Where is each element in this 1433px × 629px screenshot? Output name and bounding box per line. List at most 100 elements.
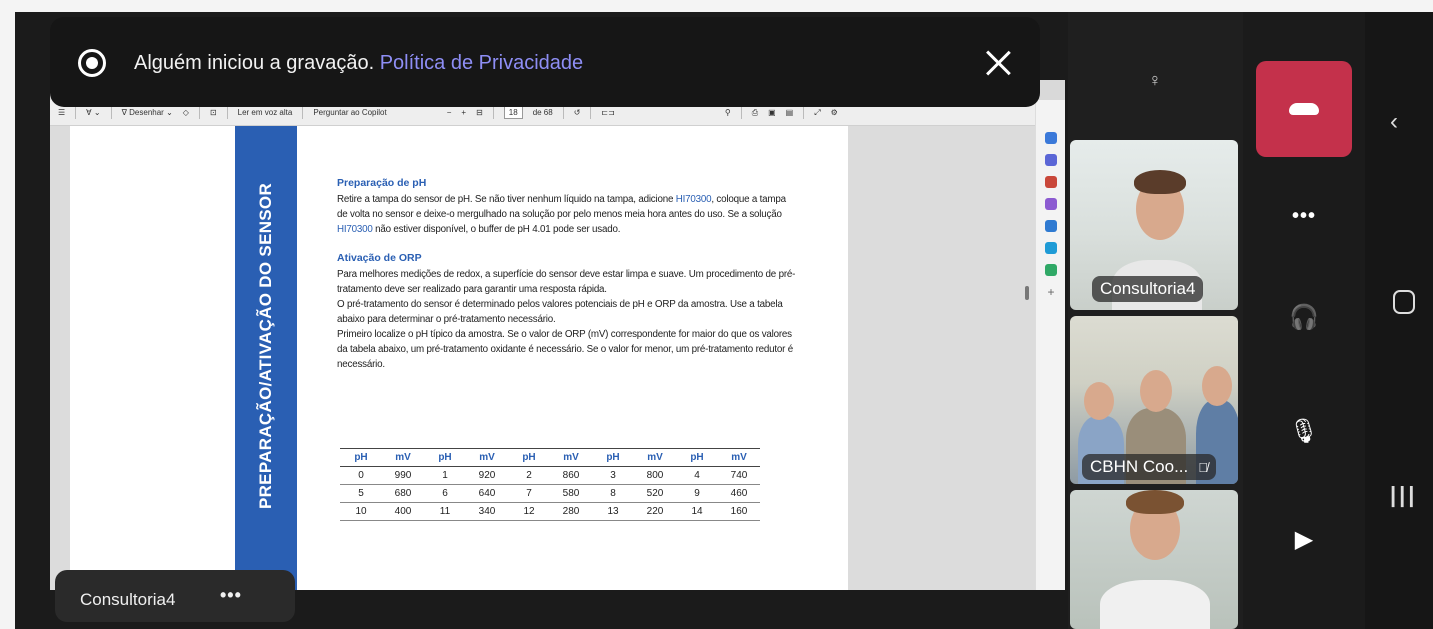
more-options-button[interactable]: •••: [1286, 198, 1322, 234]
participant-tile[interactable]: Consultoria4: [1070, 140, 1238, 310]
microphone-off-icon[interactable]: 🎙: [1286, 414, 1322, 450]
table-cell: 11: [424, 502, 466, 521]
close-icon[interactable]: [985, 49, 1011, 75]
recent-apps-icon[interactable]: |||: [1390, 482, 1417, 508]
table-cell: 990: [382, 466, 424, 485]
fit-icon: ⊟: [476, 108, 483, 117]
table-cell: 460: [718, 484, 760, 503]
list-icon: ☰: [58, 108, 66, 117]
table-cell: 9: [676, 484, 718, 503]
zoom-out-button: −: [446, 108, 452, 117]
presenter-name: Consultoria4: [80, 590, 176, 609]
back-icon[interactable]: ‹: [1390, 108, 1398, 136]
table-cell: 800: [634, 466, 676, 485]
presenter-more-button[interactable]: •••: [220, 585, 242, 606]
participant-tile[interactable]: CBHN Coo... 🎙̸: [1070, 316, 1238, 484]
pdf-viewport: PREPARAÇÃO/ATIVAÇÃO DO SENSOR Preparação…: [50, 126, 1035, 590]
table-cell: 7: [508, 484, 550, 503]
table-row: 0 990 1 920 2 860 3 800 4 740: [340, 466, 760, 485]
table-cell: 520: [634, 484, 676, 503]
save-as-icon: ▤: [785, 108, 794, 117]
shared-screen: ☰ ∀ ⌄ ∇ Desenhar ⌄ ◇ ⊡ Ler em voz alta P…: [50, 80, 1065, 590]
section-paragraph: Retire a tampa do sensor de pH. Se não t…: [337, 194, 786, 235]
toolbar-divider: [302, 106, 304, 119]
hang-up-icon: [1289, 103, 1319, 115]
pdf-body: Preparação de pH Retire a tampa do senso…: [337, 176, 797, 372]
table-cell: 6: [424, 484, 466, 503]
section-title: Preparação de pH: [337, 177, 427, 189]
table-header: mV: [550, 448, 592, 467]
page-view-icon: ⊏⊐: [601, 108, 615, 117]
participant-name-text: CBHN Coo...: [1090, 457, 1189, 476]
camera-off-icon[interactable]: ▶: [1286, 522, 1322, 558]
recording-message: Alguém iniciou a gravação. Política de P…: [134, 52, 583, 75]
person-image: [1202, 366, 1232, 406]
table-cell: 13: [592, 502, 634, 521]
settings-icon: ⚙: [830, 108, 838, 117]
add-icon: +: [1047, 285, 1055, 299]
draw-button: ∇ Desenhar ⌄: [121, 108, 173, 117]
table-header: mV: [382, 448, 424, 467]
section-paragraph: Para melhores medições de redox, a super…: [337, 269, 796, 295]
print-icon: ⎙: [751, 107, 759, 117]
table-cell: 0: [340, 466, 382, 485]
eraser-icon: ◇: [182, 108, 189, 117]
table-cell: 5: [340, 484, 382, 503]
recording-text: Alguém iniciou a gravação.: [134, 52, 375, 74]
table-row: 5 680 6 640 7 580 8 520 9 460: [340, 484, 760, 503]
tag-icon: [1045, 154, 1057, 166]
ph-orp-table: pH mV pH mV pH mV pH mV pH mV 0 990 1 92…: [340, 448, 760, 521]
outlook-icon: [1045, 242, 1057, 254]
copilot-icon: [1045, 220, 1057, 232]
table-cell: 4: [676, 466, 718, 485]
zoom-in-button: +: [461, 108, 467, 117]
product-code: HI70300: [675, 194, 712, 205]
person-image: [1084, 382, 1114, 420]
save-icon: ▣: [768, 108, 776, 117]
table-cell: 3: [592, 466, 634, 485]
table-cell: 400: [382, 502, 424, 521]
page-total: de 68: [532, 108, 553, 117]
toolbar-divider: [740, 106, 742, 119]
table-cell: 280: [550, 502, 592, 521]
table-header: mV: [718, 448, 760, 467]
participant-tile[interactable]: [1070, 490, 1238, 629]
toolbar-divider: [492, 106, 494, 119]
highlight-icon: ∀ ⌄: [86, 108, 101, 117]
recording-banner: Alguém iniciou a gravação. Política de P…: [50, 17, 1040, 107]
table-cell: 10: [340, 502, 382, 521]
toolbar-divider: [110, 106, 112, 119]
screenshot: ☰ ∀ ⌄ ∇ Desenhar ⌄ ◇ ⊡ Ler em voz alta P…: [0, 0, 1433, 629]
table-header: pH: [424, 448, 466, 467]
briefcase-icon: [1045, 176, 1057, 188]
toolbar-divider: [198, 106, 200, 119]
audio-device-icon[interactable]: 🎧: [1286, 300, 1322, 336]
person-image: [1100, 580, 1210, 629]
side-band-title: PREPARAÇÃO/ATIVAÇÃO DO SENSOR: [256, 182, 275, 510]
pdf-page: PREPARAÇÃO/ATIVAÇÃO DO SENSOR Preparação…: [70, 126, 848, 590]
text-icon: ⊡: [209, 108, 217, 117]
table-header-row: pH mV pH mV pH mV pH mV pH mV: [340, 448, 760, 467]
person-image: [1126, 490, 1184, 514]
fullscreen-icon: ⤢: [814, 107, 821, 117]
search-icon: ⚲: [724, 108, 731, 117]
home-icon[interactable]: [1393, 290, 1415, 314]
table-cell: 740: [718, 466, 760, 485]
table-cell: 8: [592, 484, 634, 503]
drop-icon: [1045, 264, 1057, 276]
table-cell: 640: [466, 484, 508, 503]
table-row: 10 400 11 340 12 280 13 220 14 160: [340, 502, 760, 521]
person-image: [1134, 170, 1186, 194]
search-icon: [1045, 132, 1057, 144]
android-navigation-bar: [1365, 12, 1433, 629]
mic-off-icon: 🎙̸: [1198, 460, 1208, 475]
table-cell: 12: [508, 502, 550, 521]
toolbar-divider: [803, 106, 805, 119]
scrollbar-thumb: [1025, 286, 1029, 300]
ask-copilot-button: Perguntar ao Copilot: [313, 108, 387, 117]
table-header: pH: [592, 448, 634, 467]
section-title: Ativação de ORP: [337, 252, 422, 264]
table-cell: 14: [676, 502, 718, 521]
participant-avatar-icon[interactable]: ♀: [1140, 65, 1170, 95]
privacy-policy-link[interactable]: Política de Privacidade: [380, 52, 583, 74]
